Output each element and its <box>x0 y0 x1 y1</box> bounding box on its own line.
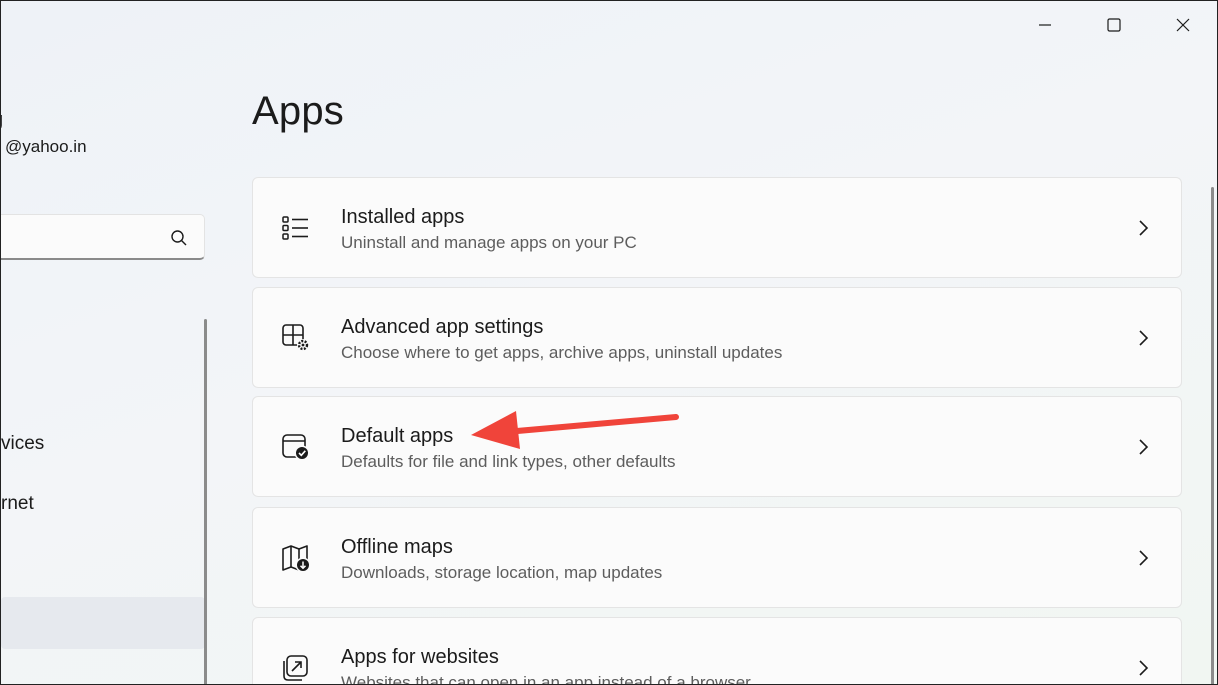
chevron-right-icon <box>1139 330 1149 346</box>
settings-window: g @yahoo.in vices rnet Apps Installe <box>0 0 1218 685</box>
user-name: g <box>1 109 3 132</box>
default-apps-card[interactable]: Default apps Defaults for file and link … <box>252 396 1182 497</box>
card-subtitle: Downloads, storage location, map updates <box>341 563 663 582</box>
card-subtitle: Choose where to get apps, archive apps, … <box>341 343 783 362</box>
app-settings-icon <box>282 324 309 351</box>
minimize-button[interactable] <box>1010 1 1079 49</box>
sidebar: g @yahoo.in vices rnet <box>1 1 216 684</box>
apps-for-websites-icon <box>283 655 308 681</box>
offline-maps-icon <box>282 545 311 573</box>
card-title: Advanced app settings <box>341 316 544 338</box>
search-icon[interactable] <box>170 229 188 247</box>
sidebar-scrollbar[interactable] <box>204 319 207 684</box>
search-box[interactable] <box>1 214 205 260</box>
close-button[interactable] <box>1148 1 1217 49</box>
user-email: @yahoo.in <box>5 137 87 156</box>
close-icon <box>1176 18 1189 32</box>
content-scrollbar[interactable] <box>1211 187 1214 684</box>
annotation-arrow <box>471 411 679 449</box>
chevron-right-icon <box>1139 550 1149 566</box>
card-subtitle: Uninstall and manage apps on your PC <box>341 233 637 252</box>
installed-apps-card[interactable]: Installed apps Uninstall and manage apps… <box>252 177 1182 278</box>
title-bar-controls <box>1010 1 1217 49</box>
card-title: Offline maps <box>341 536 453 558</box>
sidebar-item-devices[interactable]: vices <box>1 433 44 455</box>
list-icon <box>282 216 308 240</box>
search-input[interactable] <box>6 223 150 253</box>
card-title: Default apps <box>341 425 454 447</box>
offline-maps-card[interactable]: Offline maps Downloads, storage location… <box>252 507 1182 608</box>
default-apps-icon <box>282 434 310 461</box>
sidebar-item-apps-selected[interactable] <box>1 597 205 649</box>
chevron-right-icon <box>1139 439 1149 455</box>
apps-for-websites-card[interactable]: Apps for websites Websites that can open… <box>252 617 1182 685</box>
maximize-button[interactable] <box>1079 1 1148 49</box>
card-title: Apps for websites <box>341 646 499 668</box>
chevron-right-icon <box>1139 220 1149 236</box>
advanced-app-settings-card[interactable]: Advanced app settings Choose where to ge… <box>252 287 1182 388</box>
card-title: Installed apps <box>341 206 465 228</box>
chevron-right-icon <box>1139 660 1149 676</box>
minimize-icon <box>1038 24 1051 26</box>
sidebar-item-network[interactable]: rnet <box>1 493 34 515</box>
page-title: Apps <box>252 89 344 133</box>
maximize-icon <box>1106 18 1121 32</box>
card-subtitle: Websites that can open in an app instead… <box>341 673 751 685</box>
